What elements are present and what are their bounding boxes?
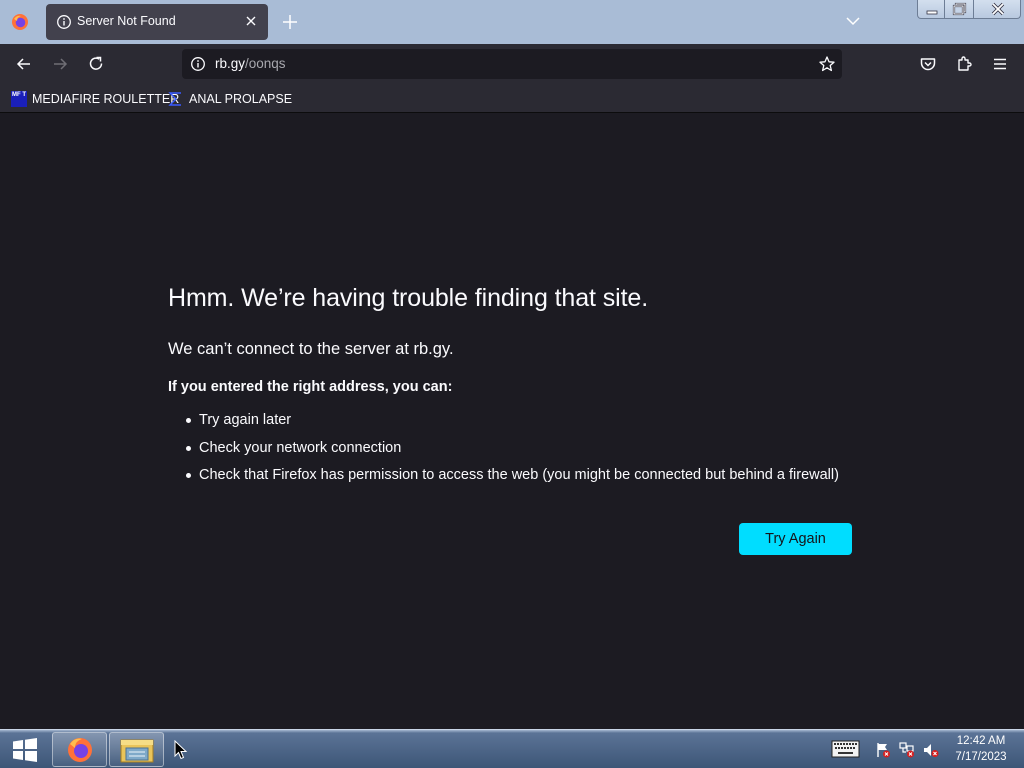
minimize-button[interactable]: [917, 0, 945, 19]
url-host: rb.gy: [215, 56, 246, 71]
windows-start-icon[interactable]: [6, 734, 44, 766]
bookmark-label: ANAL PROLAPSE: [189, 92, 293, 106]
reload-icon[interactable]: [86, 54, 106, 74]
system-clock[interactable]: 12:42 AM 7/17/2023: [945, 733, 1017, 765]
close-window-button[interactable]: [973, 0, 1021, 19]
suggestion-item: Check that Firefox has permission to acc…: [185, 465, 839, 493]
network-icon[interactable]: [898, 741, 916, 759]
error-short-description: We can’t connect to the server at rb.gy.: [168, 340, 454, 358]
suggestion-item: Try again later: [185, 410, 839, 438]
error-title: Hmm. We’re having trouble finding that s…: [168, 284, 649, 312]
folder-icon: [120, 739, 154, 763]
url-path: /oonqs: [245, 56, 286, 71]
try-again-button[interactable]: Try Again: [739, 523, 852, 555]
tab-server-not-found[interactable]: Server Not Found: [46, 4, 268, 40]
info-icon: [57, 15, 71, 29]
clock-time: 12:42 AM: [956, 735, 1006, 747]
minimize-icon: [926, 10, 938, 15]
url-bar[interactable]: rb.gy/oonqs: [182, 49, 842, 79]
close-icon: [991, 2, 1005, 16]
tab-title: Server Not Found: [77, 14, 176, 28]
list-all-tabs-icon[interactable]: [845, 14, 861, 28]
new-tab-icon[interactable]: [280, 12, 300, 32]
restore-icon: [952, 2, 967, 16]
pocket-icon[interactable]: [918, 54, 938, 74]
bookmark-label: MEDIAFIRE ROULETTER: [32, 92, 180, 106]
forward-icon[interactable]: [50, 54, 70, 74]
bookmark-anal-prolapse[interactable]: ANAL PROLAPSE: [168, 89, 292, 109]
action-center-flag-icon[interactable]: [874, 741, 892, 759]
firefox-icon: [68, 738, 92, 762]
keyboard-icon[interactable]: [831, 740, 860, 758]
mediafire-favicon-icon: MF T: [11, 91, 27, 107]
firefox-app-icon[interactable]: [11, 13, 29, 31]
suggestion-item: Check your network connection: [185, 438, 839, 466]
bookmark-star-icon[interactable]: [818, 55, 836, 73]
sigma-favicon-icon: [168, 92, 181, 106]
url-text[interactable]: rb.gy/oonqs: [215, 56, 286, 71]
error-page: Hmm. We’re having trouble finding that s…: [0, 113, 1024, 729]
taskbar: 12:42 AM 7/17/2023: [0, 729, 1024, 768]
suggestion-list: Try again later Check your network conne…: [185, 410, 839, 493]
bookmark-mediafire-rouletter[interactable]: MF T MEDIAFIRE ROULETTER: [11, 89, 179, 109]
back-icon[interactable]: [14, 54, 34, 74]
mouse-cursor-icon: [174, 740, 188, 760]
clock-date: 7/17/2023: [955, 751, 1007, 763]
error-hint: If you entered the right address, you ca…: [168, 379, 453, 395]
extensions-icon[interactable]: [954, 54, 974, 74]
title-bar: Server Not Found: [0, 0, 1024, 44]
taskbar-firefox[interactable]: [52, 732, 107, 767]
taskbar-file-explorer[interactable]: [109, 732, 164, 767]
menu-icon[interactable]: [990, 54, 1010, 74]
close-tab-icon[interactable]: [244, 14, 258, 28]
restore-button[interactable]: [944, 0, 974, 19]
navigation-toolbar: rb.gy/oonqs: [0, 44, 1024, 84]
bookmarks-toolbar: MF T MEDIAFIRE ROULETTER ANAL PROLAPSE: [0, 84, 1024, 113]
volume-muted-icon[interactable]: [922, 741, 940, 759]
site-info-icon[interactable]: [190, 56, 206, 72]
